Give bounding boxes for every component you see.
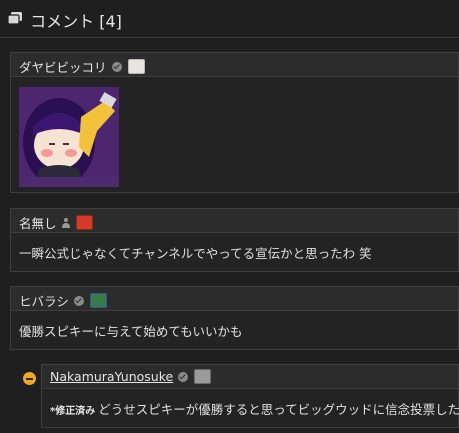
comment-image[interactable]	[19, 87, 119, 187]
comment-text: 優勝スピキーに与えて始めてもいいかも	[19, 324, 243, 339]
comment-icon	[7, 11, 22, 29]
comment-card: ヒバラシ 優勝スピキーに与えて始めてもいいかも	[10, 286, 459, 350]
comment-card: ダヤビビッコリ	[10, 52, 459, 193]
user-avatar-small[interactable]	[90, 293, 108, 308]
user-avatar-small[interactable]	[75, 215, 93, 230]
comment-header: ヒバラシ	[11, 287, 458, 311]
comment-header: ダヤビビッコリ	[11, 53, 458, 77]
comment-text: 一瞬公式じゃなくてチャンネルでやってる宣伝かと思ったわ 笑	[19, 246, 372, 261]
comment-username[interactable]: 名無し	[19, 216, 57, 231]
user-avatar-small[interactable]	[127, 59, 145, 74]
user-icon	[61, 217, 70, 228]
comment-username[interactable]: ダヤビビッコリ	[19, 60, 107, 75]
comment-card: 名無し 一瞬公式じゃなくてチャンネルでやってる宣伝かと思ったわ 笑	[10, 208, 459, 272]
collapse-reply-icon[interactable]	[23, 372, 36, 385]
verified-icon	[73, 295, 84, 306]
reply-card: NakamuraYunosuke *修正済み どうせスピキーが優勝すると思ってビッ…	[41, 364, 459, 428]
edited-label: *修正済み	[50, 406, 96, 417]
verified-icon	[178, 371, 189, 382]
user-avatar-small[interactable]	[194, 369, 212, 384]
comments-title: コメント [4]	[30, 12, 122, 31]
comment-header: 名無し	[11, 209, 458, 233]
comment-body: *修正済み どうせスピキーが優勝すると思ってビッグウッドに信念投票した	[42, 389, 459, 418]
comment-text: どうせスピキーが優勝すると思ってビッグウッドに信念投票した	[98, 402, 459, 417]
comment-username[interactable]: ヒバラシ	[19, 294, 69, 309]
comment-username[interactable]: NakamuraYunosuke	[50, 369, 173, 384]
comment-header: NakamuraYunosuke	[42, 365, 458, 389]
comments-header: コメント [4]	[0, 0, 459, 38]
verified-icon	[111, 61, 122, 72]
